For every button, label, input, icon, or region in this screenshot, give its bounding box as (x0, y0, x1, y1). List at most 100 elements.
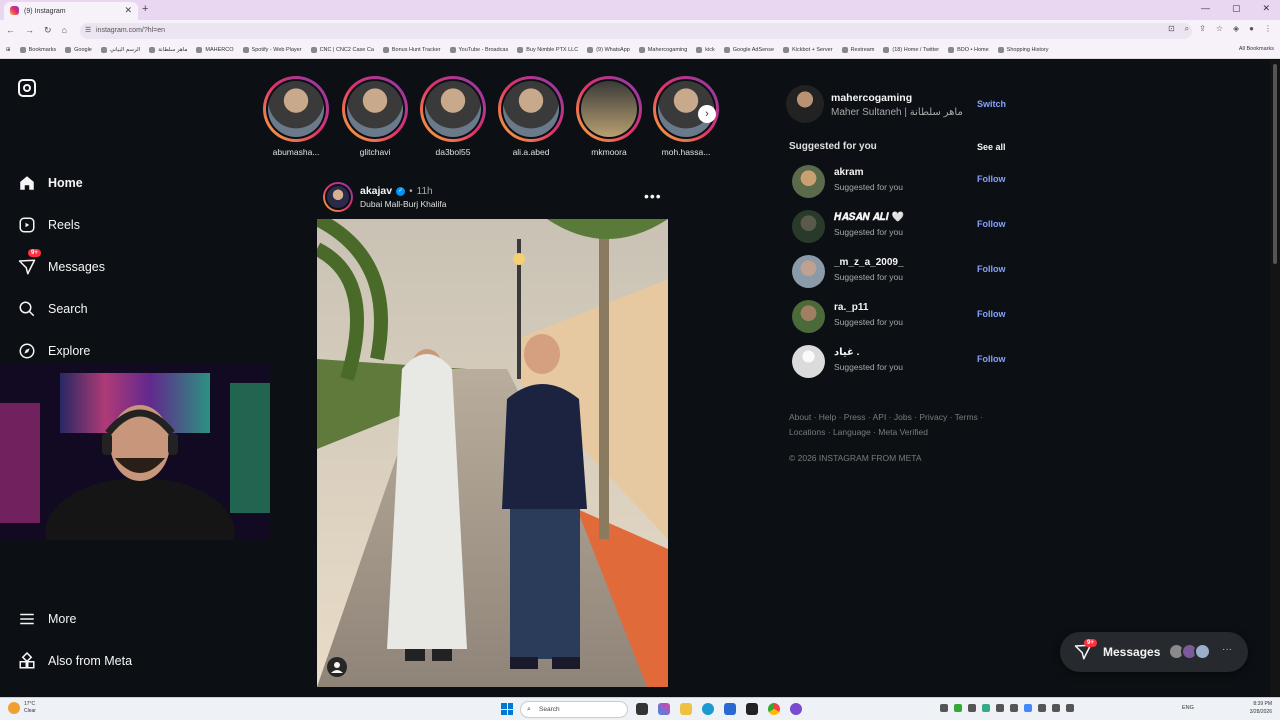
bookmark-item[interactable]: Mahercogaming (638, 47, 687, 53)
tray-icon[interactable] (996, 704, 1004, 712)
bookmark-item[interactable]: kick (696, 47, 715, 53)
follow-button[interactable]: Follow (977, 264, 1006, 274)
sidebar-item-more[interactable]: More (18, 607, 76, 631)
bookmark-item[interactable]: Kickbot + Server (783, 47, 833, 53)
extensions-icon[interactable]: ◈ (1233, 24, 1239, 34)
back-icon[interactable]: ← (6, 25, 15, 36)
browser-menu-icon[interactable]: ⋮ (1264, 24, 1272, 34)
tagged-users-icon[interactable] (327, 657, 347, 677)
bookmark-item[interactable]: BDO • Home (948, 47, 989, 53)
reload-icon[interactable]: ↻ (44, 25, 52, 36)
suggestion-avatar[interactable] (792, 255, 825, 288)
minimize-icon[interactable]: — (1201, 3, 1210, 14)
address-bar[interactable]: ☰ instagram.com/?hl=en (80, 23, 1192, 39)
sidebar-item-reels[interactable]: Reels (18, 213, 80, 237)
post-username[interactable]: akajav (360, 185, 392, 197)
clock[interactable]: 8:39 PM 3/28/2026 (1250, 700, 1272, 716)
instagram-logo-icon[interactable] (18, 79, 36, 97)
home-browser-icon[interactable]: ⌂ (62, 25, 67, 36)
windows-start-icon[interactable] (501, 703, 513, 715)
bookmark-item[interactable]: CNC | CNC2 Case Ca (310, 47, 374, 53)
default-avatar-icon[interactable] (792, 345, 825, 378)
bookmark-item[interactable]: Buy Nimble PTX LLC (517, 47, 578, 53)
post-author-avatar[interactable] (323, 182, 353, 212)
task-view-icon[interactable] (636, 703, 648, 715)
bookmark-item[interactable]: Bookmarks (19, 47, 56, 53)
chrome-icon[interactable] (768, 703, 780, 715)
stories-next-icon[interactable]: › (698, 105, 716, 123)
suggestion-username[interactable]: _m_z_a_2009_ (834, 257, 904, 268)
bookmark-item[interactable]: Spotify - Web Player (242, 47, 302, 53)
footer-links[interactable]: About · Help · Press · API · Jobs · Priv… (789, 410, 989, 440)
see-all-link[interactable]: See all (977, 142, 1006, 152)
messages-floating-button[interactable]: 9+ Messages ··· (1060, 632, 1248, 672)
suggestion-avatar[interactable] (792, 210, 825, 243)
maximize-icon[interactable]: ▢ (1232, 3, 1241, 14)
bookmark-item[interactable]: Google AdSense (723, 47, 774, 53)
suggestion-avatar[interactable] (792, 300, 825, 333)
follow-button[interactable]: Follow (977, 174, 1006, 184)
suggestion-username[interactable]: akram (834, 167, 863, 178)
tray-icon[interactable] (1010, 704, 1018, 712)
story-item[interactable]: abumasha... (262, 76, 330, 157)
bookmark-item[interactable]: Restream (841, 47, 874, 53)
tray-icon[interactable] (1052, 704, 1060, 712)
taskbar-search-input[interactable]: ⌕ Search (520, 701, 628, 718)
weather-widget[interactable]: 17°C Clear (8, 701, 36, 715)
apps-icon[interactable]: ⊞ (6, 47, 11, 53)
store-icon[interactable] (724, 703, 736, 715)
follow-button[interactable]: Follow (977, 219, 1006, 229)
tray-icon[interactable] (1024, 704, 1032, 712)
tray-icon[interactable] (982, 704, 990, 712)
zoom-icon[interactable]: ⌕ (1185, 24, 1189, 34)
new-tab-icon[interactable]: + (142, 3, 148, 15)
file-explorer-icon[interactable] (680, 703, 692, 715)
bookmark-item[interactable]: MAHERCO (196, 47, 234, 53)
close-tab-icon[interactable]: ✕ (124, 5, 132, 16)
tray-icon[interactable] (1038, 704, 1046, 712)
scrollbar-thumb[interactable] (1273, 64, 1277, 264)
profile-icon[interactable]: ● (1249, 24, 1254, 34)
app-icon[interactable] (746, 703, 758, 715)
bookmark-item[interactable]: Google (65, 47, 92, 53)
sidebar-item-messages[interactable]: 9+ Messages (18, 249, 105, 279)
story-item[interactable]: mkmoora (575, 76, 643, 157)
all-bookmarks[interactable]: All Bookmarks (1239, 46, 1274, 52)
bookmark-item[interactable]: الرسم البياني (100, 47, 140, 53)
story-item[interactable]: glitchavi (341, 76, 409, 157)
sidebar-item-explore[interactable]: Explore (18, 339, 90, 363)
close-window-icon[interactable]: ✕ (1262, 3, 1270, 14)
post-location[interactable]: Dubai Mall-Burj Khalifa (360, 199, 446, 209)
story-item[interactable]: da3bol55 (419, 76, 487, 157)
bookmark-star-icon[interactable]: ☆ (1216, 24, 1223, 34)
site-info-icon[interactable]: ☰ (85, 23, 91, 39)
account-avatar[interactable] (786, 85, 824, 123)
suggestion-username[interactable]: ra._p11 (834, 302, 868, 313)
bookmark-item[interactable]: Bonus Hunt Tracker (382, 47, 441, 53)
post-image[interactable] (317, 219, 668, 687)
suggestion-username[interactable]: غياد . (834, 347, 859, 358)
bookmark-item[interactable]: YouTube - Broadcas (449, 47, 508, 53)
tray-icon[interactable] (1066, 704, 1074, 712)
obs-icon[interactable] (790, 703, 802, 715)
language-indicator[interactable]: ENG (1182, 705, 1194, 711)
follow-button[interactable]: Follow (977, 354, 1006, 364)
post-options-icon[interactable]: ••• (644, 188, 662, 204)
share-icon[interactable]: ⇪ (1199, 24, 1206, 34)
tray-icon[interactable] (940, 704, 948, 712)
post-time[interactable]: 11h (417, 186, 433, 197)
story-item[interactable]: ali.a.abed (497, 76, 565, 157)
suggestion-username[interactable]: 𝑯𝑨𝑺𝑨𝑵 𝑨𝑳𝑰 🤍 (834, 212, 904, 223)
browser-tab[interactable]: (9) Instagram ✕ (4, 2, 138, 20)
tray-icon[interactable] (954, 704, 962, 712)
copilot-icon[interactable] (658, 703, 670, 715)
tray-icon[interactable] (968, 704, 976, 712)
edge-icon[interactable] (702, 703, 714, 715)
account-username[interactable]: mahercogaming (831, 92, 912, 104)
sidebar-item-also-from-meta[interactable]: Also from Meta (18, 649, 132, 673)
switch-account-button[interactable]: Switch (977, 99, 1006, 109)
install-icon[interactable]: ⊡ (1168, 24, 1175, 34)
follow-button[interactable]: Follow (977, 309, 1006, 319)
suggestion-avatar[interactable] (792, 165, 825, 198)
bookmark-item[interactable]: Shopping History (997, 47, 1049, 53)
